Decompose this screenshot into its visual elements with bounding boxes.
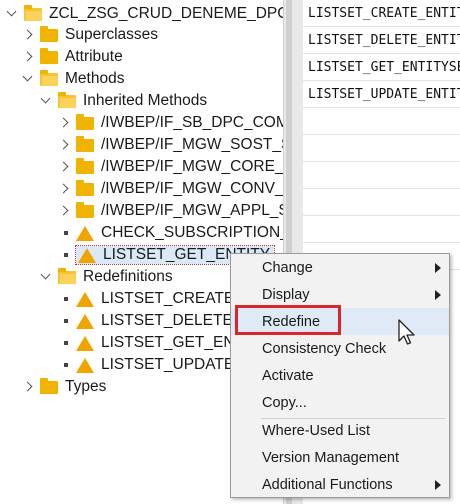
tree-node-method[interactable]: CHECK_SUBSCRIPTION_AUTHORITY xyxy=(60,222,283,244)
chevron-right-icon[interactable] xyxy=(58,161,70,173)
menu-item-label: Version Management xyxy=(262,449,400,466)
folder-icon xyxy=(76,201,94,218)
list-item[interactable]: LISTSET_GET_ENTITYSET xyxy=(303,54,460,81)
folder-open-icon xyxy=(58,267,76,284)
node-label: /IWBEP/IF_MGW_CONV_SRV_RUNTIME xyxy=(101,180,283,197)
chevron-right-icon[interactable] xyxy=(22,381,34,393)
redefine-highlight-box xyxy=(235,305,341,335)
folder-icon xyxy=(76,157,94,174)
chevron-right-icon[interactable] xyxy=(22,51,34,63)
node-label: /IWBEP/IF_MGW_APPL_SRV_RUNTIME xyxy=(101,202,283,219)
empty-row xyxy=(303,135,460,162)
node-label: Inherited Methods xyxy=(83,92,208,109)
tree-node-class-root[interactable]: ZCL_ZSG_CRUD_DENEME_DPC_EXT xyxy=(6,3,283,25)
empty-row xyxy=(303,189,460,216)
chevron-down-icon[interactable] xyxy=(40,271,52,283)
empty-row xyxy=(303,108,460,135)
warning-triangle-icon xyxy=(76,291,94,307)
tree-node-interface[interactable]: /IWBEP/IF_MGW_APPL_SRV_RUNTIME xyxy=(58,200,283,222)
tree-node-interface[interactable]: /IWBEP/IF_MGW_SOST_SRV_RUNTIME xyxy=(58,134,283,156)
bullet-icon xyxy=(64,253,68,257)
node-label: Superclasses xyxy=(65,26,159,43)
list-item[interactable]: LISTSET_DELETE_ENTITY xyxy=(303,27,460,54)
node-label: Methods xyxy=(65,70,125,87)
menu-item-label: Activate xyxy=(262,367,314,384)
warning-triangle-icon xyxy=(78,247,96,263)
submenu-arrow-icon xyxy=(435,262,441,273)
folder-icon xyxy=(76,135,94,152)
tree-node-methods[interactable]: Methods xyxy=(22,68,124,90)
bullet-icon xyxy=(64,319,68,323)
folder-icon xyxy=(40,47,58,64)
chevron-down-icon[interactable] xyxy=(22,73,34,85)
tree-node-inherited-methods[interactable]: Inherited Methods xyxy=(40,90,207,112)
folder-icon xyxy=(76,113,94,130)
tree-node-redefinitions[interactable]: Redefinitions xyxy=(40,266,173,288)
chevron-right-icon[interactable] xyxy=(58,117,70,129)
node-label: /IWBEP/IF_MGW_CORE_SRV_RUNTIME xyxy=(101,158,283,175)
empty-row xyxy=(303,162,460,189)
class-name: ZCL_ZSG_CRUD_DENEME_DPC_EXT xyxy=(49,5,283,22)
menu-item-copy[interactable]: Copy... xyxy=(231,389,449,416)
tree-node-interface[interactable]: /IWBEP/IF_MGW_CORE_SRV_RUNTIME xyxy=(58,156,283,178)
menu-item-where-used[interactable]: Where-Used List xyxy=(231,417,449,444)
node-label: /IWBEP/IF_MGW_SOST_SRV_RUNTIME xyxy=(101,136,283,153)
folder-icon xyxy=(76,179,94,196)
folder-icon xyxy=(40,25,58,42)
chevron-right-icon[interactable] xyxy=(58,183,70,195)
menu-item-label: Additional Functions xyxy=(262,476,393,493)
folder-open-icon xyxy=(58,91,76,108)
chevron-right-icon[interactable] xyxy=(22,29,34,41)
warning-triangle-icon xyxy=(76,313,94,329)
menu-item-additional-functions[interactable]: Additional Functions xyxy=(231,471,449,498)
submenu-arrow-icon xyxy=(435,289,441,300)
node-label: /IWBEP/IF_SB_DPC_COMM_SERVICES xyxy=(101,114,283,131)
tree-node-types[interactable]: Types xyxy=(22,376,106,398)
warning-triangle-icon xyxy=(76,357,94,373)
menu-item-version-management[interactable]: Version Management xyxy=(231,444,449,471)
node-label: Redefinitions xyxy=(83,268,173,285)
menu-item-label: Copy... xyxy=(262,394,307,411)
bullet-icon xyxy=(64,231,68,235)
menu-item-change[interactable]: Change xyxy=(231,254,449,281)
list-item[interactable]: LISTSET_UPDATE_ENTITY xyxy=(303,81,460,108)
folder-open-icon xyxy=(40,69,58,86)
context-menu: Change Display Redefine Consistency Chec… xyxy=(230,253,450,498)
menu-item-activate[interactable]: Activate xyxy=(231,362,449,389)
list-item[interactable]: LISTSET_CREATE_ENTITY xyxy=(303,0,460,27)
tree-node-attribute[interactable]: Attribute xyxy=(22,46,123,68)
menu-item-label: Display xyxy=(262,286,310,303)
bullet-icon xyxy=(64,341,68,345)
folder-icon xyxy=(40,377,58,394)
chevron-down-icon[interactable] xyxy=(40,95,52,107)
tree-node-superclasses[interactable]: Superclasses xyxy=(22,24,158,46)
menu-item-label: Consistency Check xyxy=(262,340,387,357)
tree-node-interface[interactable]: /IWBEP/IF_SB_DPC_COMM_SERVICES xyxy=(58,112,283,134)
bullet-icon xyxy=(64,363,68,367)
menu-item-label: Change xyxy=(262,259,313,276)
warning-triangle-icon xyxy=(76,335,94,351)
chevron-right-icon[interactable] xyxy=(58,205,70,217)
empty-row xyxy=(303,216,460,243)
warning-triangle-icon xyxy=(76,225,94,241)
chevron-right-icon[interactable] xyxy=(58,139,70,151)
submenu-arrow-icon xyxy=(435,479,441,490)
folder-open-icon xyxy=(24,4,42,21)
menu-item-label: Where-Used List xyxy=(262,422,370,439)
node-label: CHECK_SUBSCRIPTION_AUTHORITY xyxy=(101,224,283,241)
bullet-icon xyxy=(64,297,68,301)
node-label: Attribute xyxy=(65,48,123,65)
mouse-cursor-icon xyxy=(398,319,415,345)
menu-item-display[interactable]: Display xyxy=(231,281,449,308)
node-label: Types xyxy=(65,378,107,395)
tree-node-interface[interactable]: /IWBEP/IF_MGW_CONV_SRV_RUNTIME xyxy=(58,178,283,200)
chevron-down-icon[interactable] xyxy=(6,8,18,20)
